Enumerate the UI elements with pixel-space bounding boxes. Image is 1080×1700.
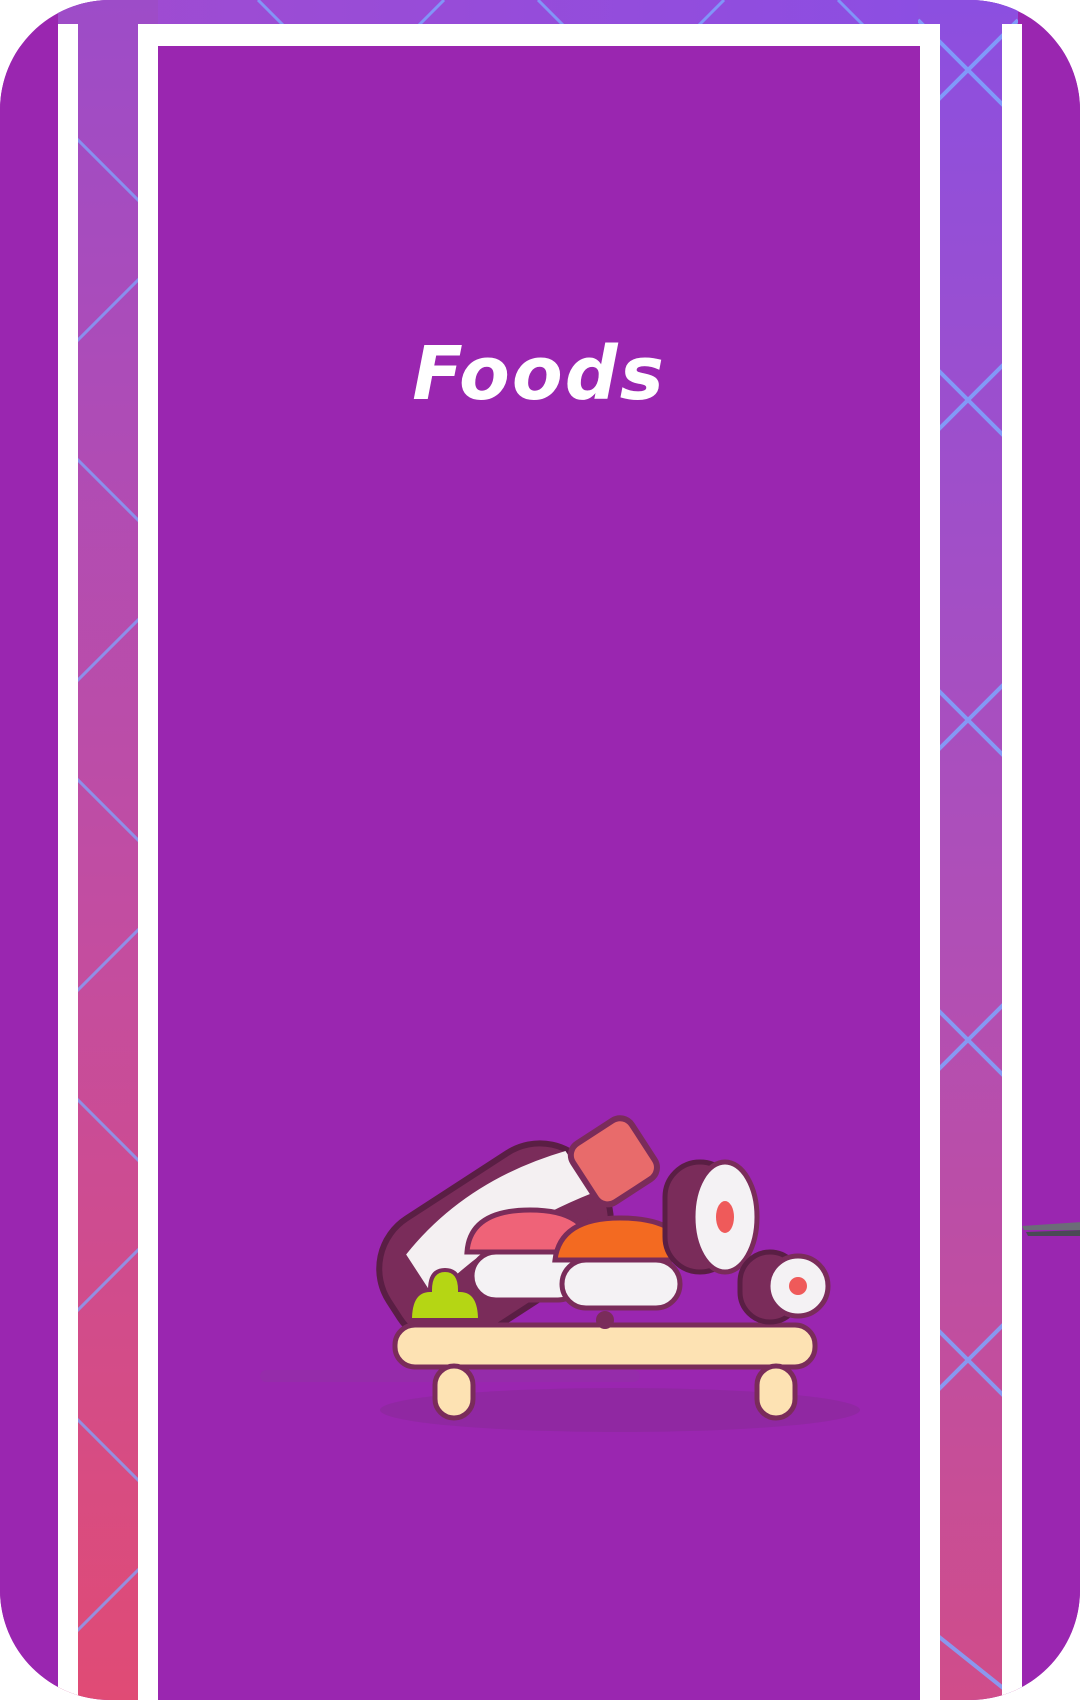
category-title: Foods [412,331,666,417]
splash-screen: Foods [0,0,1080,1700]
sushi-icon [260,1115,860,1432]
frame-right-inner [920,24,940,1700]
left-edge-panel [0,46,58,1700]
frame-left-outer [58,24,78,1700]
frame-right-outer [1002,24,1022,1700]
frame-left-inner [138,24,158,1700]
right-edge-panel [1018,46,1080,1700]
frame-top [138,24,940,46]
chopsticks-icon [1022,1222,1080,1236]
category-card[interactable]: Foods [158,46,920,1700]
